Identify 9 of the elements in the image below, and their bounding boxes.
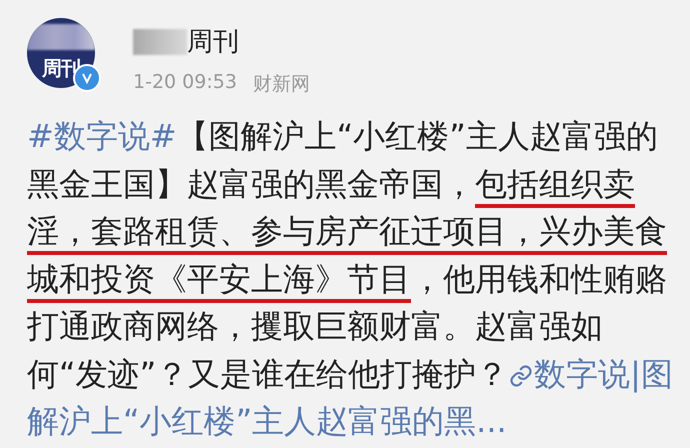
- link-icon: [508, 364, 534, 388]
- blur-patch: [133, 28, 187, 54]
- post-time: 1-20 09:53: [133, 71, 237, 95]
- post-source: 财新网: [252, 72, 310, 97]
- post-text: #数字说#【图解沪上“小红楼”主人赵富强的黑金王国】赵富强的黑金帝国，包括组织卖淫，套路租赁、参与房产征迁项目，兴办美食城和投资《平安上海》节目，他用钱和性贿赂打通政商网络，攫取巨额财富。赵富强如何“发迹”？又是谁在给他打掩护？ 数字说|图 解沪上“小红楼”主人赵富强的黑...: [27, 116, 674, 442]
- hashtag-link[interactable]: #数字说#: [27, 117, 177, 155]
- author-name[interactable]: 周刊: [187, 24, 239, 59]
- article-link[interactable]: 数字说|图: [508, 354, 673, 392]
- article-link[interactable]: 解沪上“小红楼”主人赵富强的黑...: [27, 402, 507, 440]
